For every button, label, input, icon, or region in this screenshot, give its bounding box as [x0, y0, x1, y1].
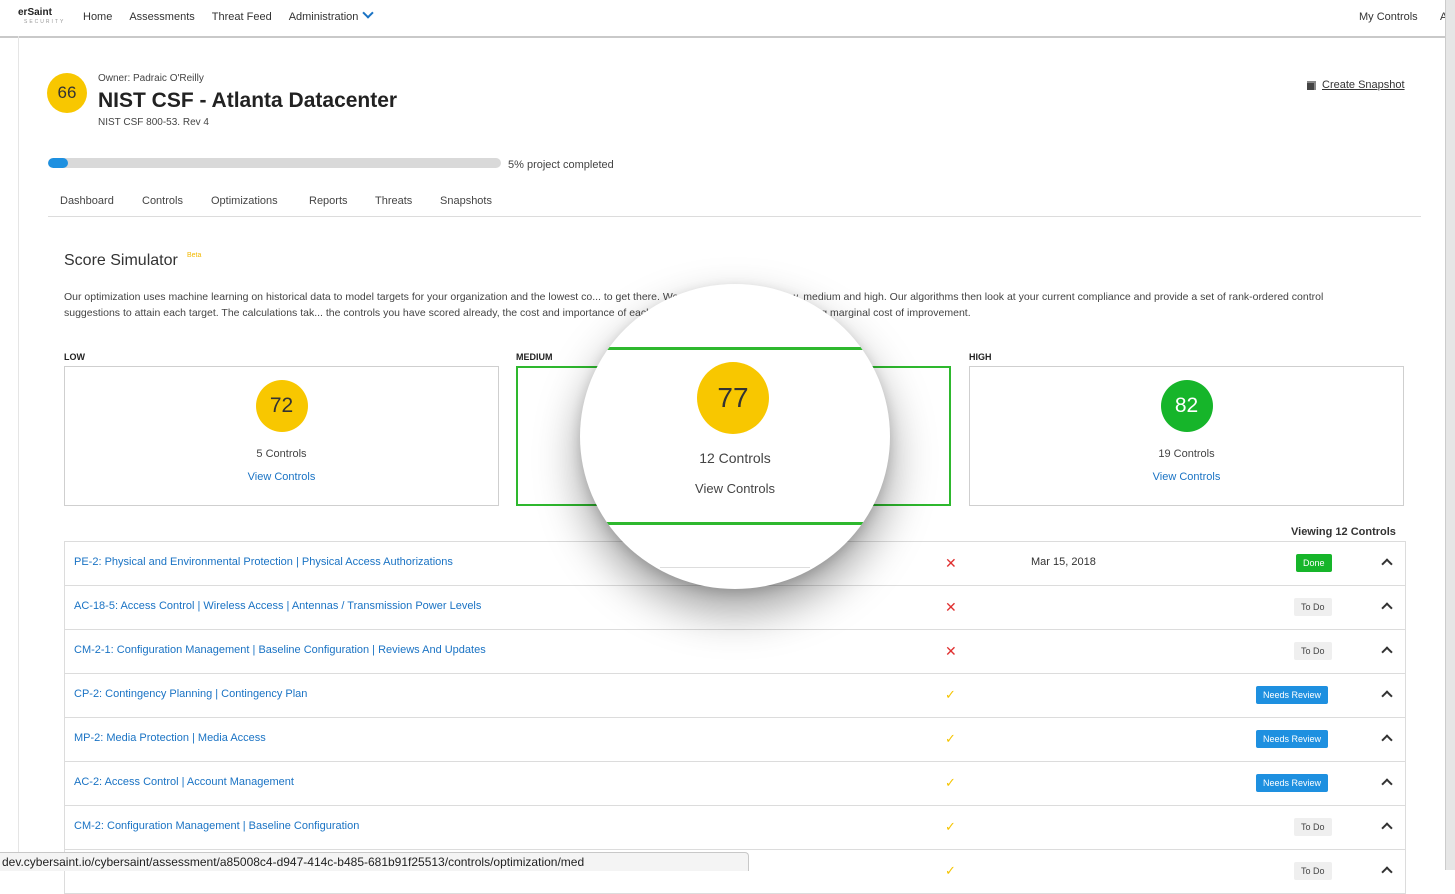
project-progress-bar: [48, 158, 501, 168]
status-badge[interactable]: Done: [1296, 554, 1332, 572]
low-label: LOW: [64, 352, 85, 362]
controls-table: PE-2: Physical and Environmental Protect…: [64, 541, 1406, 894]
magnified-row-divider: [660, 567, 810, 568]
table-row: AC-2: Access Control | Account Managemen…: [65, 762, 1405, 806]
row-date: Mar 15, 2018: [1031, 556, 1096, 568]
chevron-up-icon[interactable]: [1381, 822, 1393, 834]
x-icon: ✕: [945, 555, 957, 571]
nav-threat-feed[interactable]: Threat Feed: [212, 11, 272, 23]
low-target-card[interactable]: 72 5 Controls View Controls: [64, 366, 499, 506]
tab-reports[interactable]: Reports: [309, 195, 348, 207]
table-row: CM-2: Configuration Management | Baselin…: [65, 806, 1405, 850]
nav-administration[interactable]: Administration: [288, 7, 375, 23]
check-icon: ✓: [945, 863, 956, 878]
assessment-score-badge: 66: [47, 73, 87, 113]
chevron-up-icon[interactable]: [1381, 558, 1393, 570]
low-controls-count: 5 Controls: [256, 448, 307, 460]
status-badge[interactable]: To Do: [1294, 818, 1332, 836]
chevron-down-icon: [362, 7, 375, 19]
tab-threats[interactable]: Threats: [375, 195, 412, 207]
nav-my-controls[interactable]: My Controls: [1359, 11, 1418, 23]
chevron-up-icon[interactable]: [1381, 866, 1393, 878]
nav-home[interactable]: Home: [83, 11, 112, 23]
tab-snapshots[interactable]: Snapshots: [440, 195, 492, 207]
magnified-controls-count: 12 Controls: [699, 450, 771, 466]
status-badge[interactable]: Needs Review: [1256, 730, 1329, 748]
magnified-score-circle: 77: [697, 362, 769, 434]
chevron-up-icon[interactable]: [1381, 646, 1393, 658]
owner-label: Owner: Padraic O'Reilly: [98, 73, 204, 84]
score-simulator-title: Score Simulator: [64, 252, 178, 269]
top-nav-bar: erSaint SECURITY Home Assessments Threat…: [0, 0, 1447, 38]
create-snapshot-button[interactable]: Create Snapshot: [1307, 79, 1405, 91]
high-score-circle: 82: [1160, 380, 1213, 432]
control-link[interactable]: AC-18-5: Access Control | Wireless Acces…: [74, 600, 481, 612]
left-edge: [18, 36, 19, 870]
assessment-tabs: Dashboard Controls Optimizations Reports…: [48, 189, 1421, 217]
browser-status-url: dev.cybersaint.io/cybersaint/assessment/…: [0, 852, 749, 871]
table-row: CP-2: Contingency Planning | Contingency…: [65, 674, 1405, 718]
chevron-up-icon[interactable]: [1381, 602, 1393, 614]
nav-administration-label: Administration: [288, 11, 359, 23]
low-score-circle: 72: [255, 380, 308, 432]
x-icon: ✕: [945, 643, 957, 659]
scrollbar[interactable]: [1445, 0, 1455, 870]
chevron-up-icon[interactable]: [1381, 778, 1393, 790]
check-icon: ✓: [945, 775, 956, 790]
chevron-up-icon[interactable]: [1381, 734, 1393, 746]
beta-badge: Beta: [187, 252, 202, 259]
magnified-view-controls-link[interactable]: View Controls: [580, 481, 890, 496]
control-link[interactable]: CM-2: Configuration Management | Baselin…: [74, 820, 359, 832]
brand-tagline: SECURITY: [24, 19, 66, 25]
high-label: HIGH: [969, 352, 992, 362]
high-view-controls-link[interactable]: View Controls: [970, 471, 1403, 483]
x-icon: ✕: [945, 599, 957, 615]
tab-dashboard[interactable]: Dashboard: [60, 195, 114, 207]
status-badge[interactable]: To Do: [1294, 862, 1332, 880]
tab-optimizations[interactable]: Optimizations: [211, 195, 278, 207]
status-badge[interactable]: To Do: [1294, 598, 1332, 616]
control-link[interactable]: CP-2: Contingency Planning | Contingency…: [74, 688, 307, 700]
status-badge[interactable]: Needs Review: [1256, 774, 1329, 792]
table-row: AC-18-5: Access Control | Wireless Acces…: [65, 586, 1405, 630]
progress-label: 5% project completed: [508, 159, 614, 171]
low-view-controls-link[interactable]: View Controls: [65, 471, 498, 483]
table-row: MP-2: Media Protection | Media Access ✓ Ne…: [65, 718, 1405, 762]
page-title: NIST CSF - Atlanta Datacenter: [98, 89, 398, 112]
control-link[interactable]: CM-2-1: Configuration Management | Basel…: [74, 644, 486, 656]
control-link[interactable]: PE-2: Physical and Environmental Protect…: [74, 556, 453, 568]
create-snapshot-link[interactable]: Create Snapshot: [1322, 79, 1405, 91]
brand-logo[interactable]: erSaint: [18, 7, 52, 18]
high-controls-count: 19 Controls: [1158, 448, 1215, 460]
progress-fill: [48, 158, 69, 168]
main-nav: Home Assessments Threat Feed Administrat…: [83, 7, 375, 23]
high-target-card[interactable]: 82 19 Controls View Controls: [969, 366, 1404, 506]
control-link[interactable]: AC-2: Access Control | Account Managemen…: [74, 776, 294, 788]
viewing-count: Viewing 12 Controls: [1291, 526, 1396, 538]
control-link[interactable]: MP-2: Media Protection | Media Access: [74, 732, 266, 744]
check-icon: ✓: [945, 731, 956, 746]
framework-label: NIST CSF 800-53. Rev 4: [98, 117, 209, 128]
table-row: CM-2-1: Configuration Management | Basel…: [65, 630, 1405, 674]
nav-assessments[interactable]: Assessments: [129, 11, 194, 23]
check-icon: ✓: [945, 819, 956, 834]
check-icon: ✓: [945, 687, 956, 702]
tab-controls[interactable]: Controls: [142, 195, 183, 207]
medium-label: MEDIUM: [516, 352, 553, 362]
status-badge[interactable]: Needs Review: [1256, 686, 1329, 704]
chevron-up-icon[interactable]: [1381, 690, 1393, 702]
magnifier-overlay: 77 12 Controls View Controls: [580, 284, 890, 589]
snapshot-icon: [1307, 80, 1316, 90]
status-badge[interactable]: To Do: [1294, 642, 1332, 660]
